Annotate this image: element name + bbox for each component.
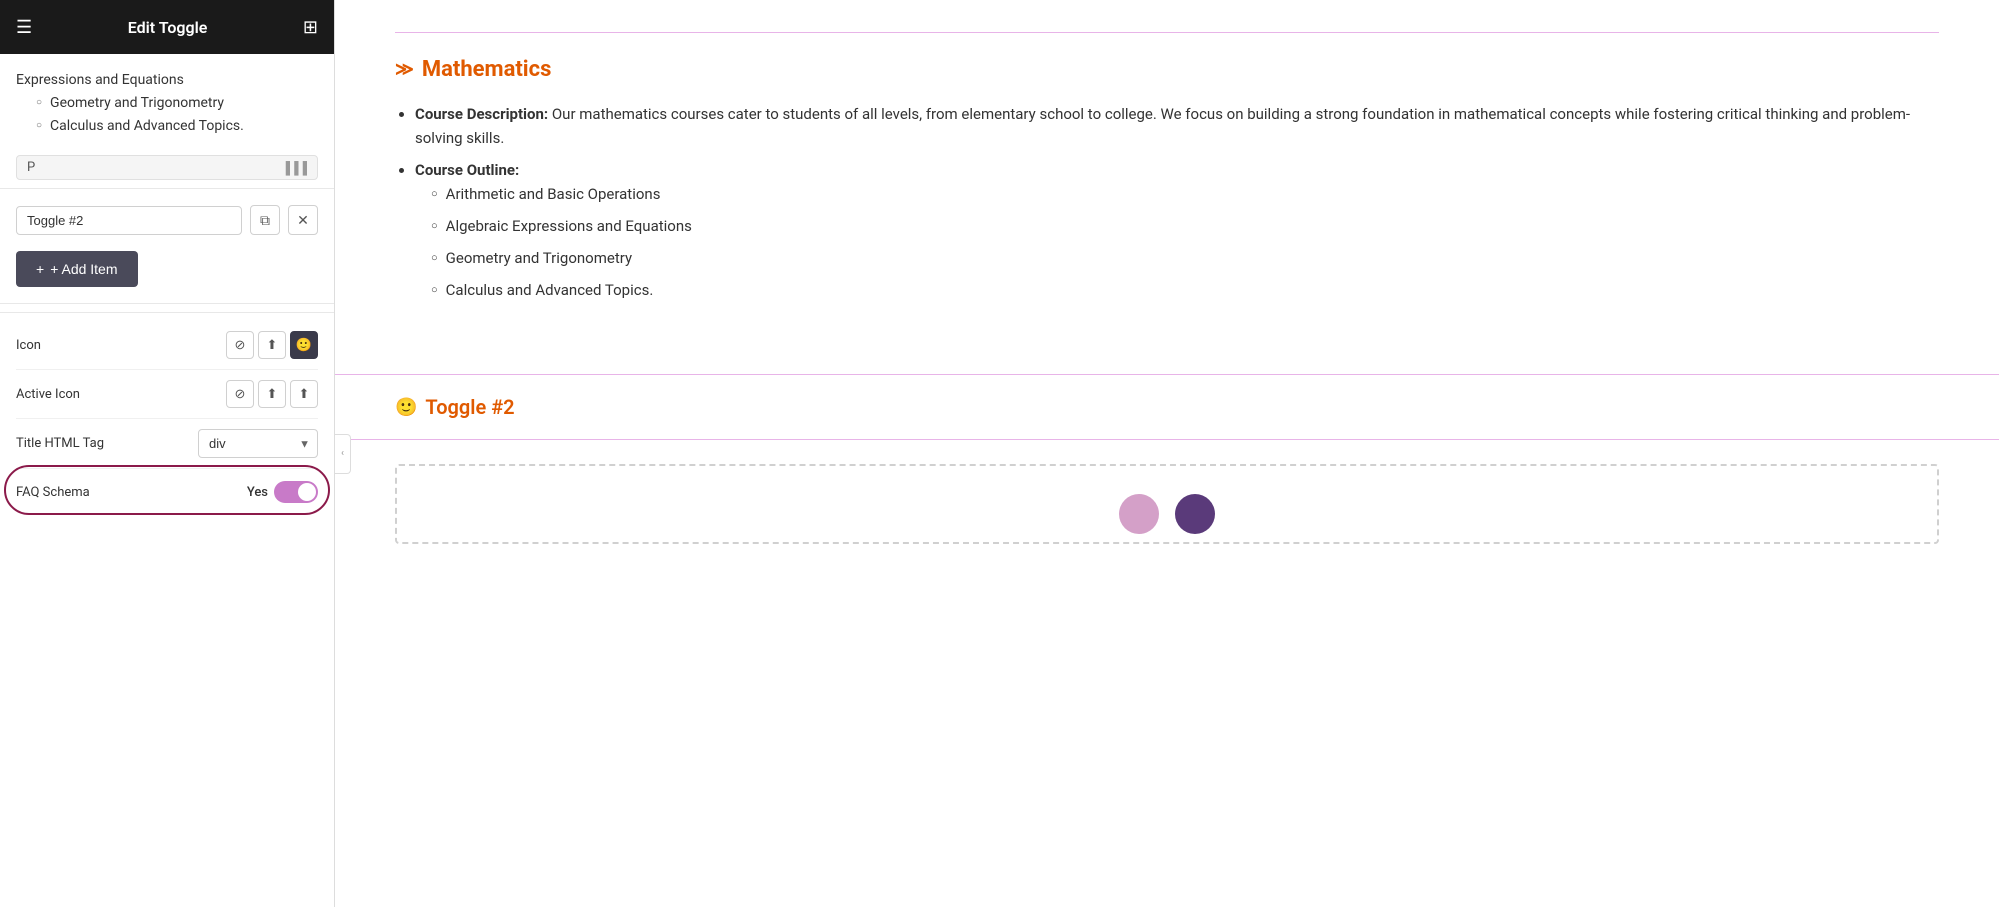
list-item-calculus: ○ Calculus and Advanced Topics.: [16, 116, 318, 137]
faq-schema-toggle-wrapper: Yes: [247, 481, 318, 503]
active-icon-clear-button[interactable]: ⊘: [226, 380, 254, 408]
bullet-icon: ○: [36, 118, 42, 133]
title-html-tag-select-wrapper: div h1 h2 h3 h4 p span ▼: [198, 429, 318, 458]
dashed-placeholder-box: [395, 464, 1939, 544]
title-html-tag-label: Title HTML Tag: [16, 436, 104, 451]
course-description-item: Course Description: Our mathematics cour…: [415, 102, 1939, 150]
sidebar-header: ☰ Edit Toggle ⊞: [0, 0, 334, 54]
outline-item-3: Geometry and Trigonometry: [431, 246, 1939, 270]
delete-toggle-button[interactable]: ✕: [288, 205, 318, 235]
grid-icon[interactable]: ⊞: [303, 17, 318, 38]
list-item-geometry: ○ Geometry and Trigonometry: [16, 93, 318, 114]
hamburger-icon[interactable]: ☰: [16, 17, 32, 38]
sidebar-scroll: Expressions and Equations ○ Geometry and…: [0, 54, 334, 907]
faq-schema-yes-label: Yes: [247, 485, 268, 500]
title-html-tag-row: Title HTML Tag div h1 h2 h3 h4 p span ▼: [16, 419, 318, 469]
course-outline-bold: Course Outline:: [415, 161, 519, 179]
collapse-handle[interactable]: ‹: [335, 434, 351, 474]
bullet-icon: ○: [36, 95, 42, 110]
faq-schema-label: FAQ Schema: [16, 485, 90, 500]
icon-clear-button[interactable]: ⊘: [226, 331, 254, 359]
course-description-text: Our mathematics courses cater to student…: [415, 105, 1910, 147]
toggle2-header: 🙂 Toggle #2: [335, 375, 1999, 440]
toggle2-title: Toggle #2: [425, 395, 514, 419]
icon-label: Icon: [16, 338, 41, 353]
divider: [0, 188, 334, 189]
active-icon-label: Active Icon: [16, 387, 80, 402]
outline-item-4: Calculus and Advanced Topics.: [431, 278, 1939, 302]
toggle-slider: [274, 481, 318, 503]
faq-schema-row: FAQ Schema Yes: [16, 469, 318, 511]
pink-action-button[interactable]: [1119, 494, 1159, 534]
mathematics-body: Course Description: Our mathematics cour…: [395, 102, 1939, 302]
mathematics-title: ≫ Mathematics: [395, 57, 1939, 82]
active-icon-control-row: Active Icon ⊘ ⬆ ⬆: [16, 370, 318, 419]
sidebar-controls: Icon ⊘ ⬆ 🙂 Active Icon ⊘ ⬆ ⬆ Title HTML …: [0, 312, 334, 527]
outline-item-1: Arithmetic and Basic Operations: [431, 182, 1939, 206]
outline-item-2: Algebraic Expressions and Equations: [431, 214, 1939, 238]
active-icon-special-button[interactable]: ⬆: [290, 380, 318, 408]
icon-buttons: ⊘ ⬆ 🙂: [226, 331, 318, 359]
mathematics-section: ≫ Mathematics Course Description: Our ma…: [335, 0, 1999, 350]
course-outline-item: Course Outline: Arithmetic and Basic Ope…: [415, 158, 1939, 302]
faq-schema-toggle[interactable]: [274, 481, 318, 503]
icon-emoji-button[interactable]: 🙂: [290, 331, 318, 359]
toggle2-name-input[interactable]: [16, 206, 242, 235]
sidebar-title: Edit Toggle: [128, 18, 208, 37]
divider2: [0, 303, 334, 304]
course-description-bold: Course Description:: [415, 105, 548, 123]
icon-control-row: Icon ⊘ ⬆ 🙂: [16, 321, 318, 370]
outline-sub-list: Arithmetic and Basic Operations Algebrai…: [431, 182, 1939, 302]
plus-icon: +: [36, 261, 44, 277]
p-indicator: P ▐▐▐: [16, 155, 318, 180]
main-content: ‹ ≫ Mathematics Course Description: Our …: [335, 0, 1999, 907]
list-item-expressions: Expressions and Equations: [16, 70, 318, 91]
toggle2-row: ⧉ ✕: [0, 197, 334, 243]
add-item-button[interactable]: + + Add Item: [16, 251, 138, 287]
icon-upload-button[interactable]: ⬆: [258, 331, 286, 359]
expand-icon: ≫: [395, 59, 414, 80]
copy-toggle-button[interactable]: ⧉: [250, 205, 280, 235]
bar-chart-icon: ▐▐▐: [281, 161, 307, 175]
sidebar-list-area: Expressions and Equations ○ Geometry and…: [0, 54, 334, 147]
toggle2-smiley-icon: 🙂: [395, 397, 417, 418]
sidebar: ☰ Edit Toggle ⊞ Expressions and Equation…: [0, 0, 335, 907]
section-top-divider: [395, 32, 1939, 33]
mathematics-list: Course Description: Our mathematics cour…: [415, 102, 1939, 302]
title-html-tag-select[interactable]: div h1 h2 h3 h4 p span: [198, 429, 318, 458]
active-icon-upload-button[interactable]: ⬆: [258, 380, 286, 408]
active-icon-buttons: ⊘ ⬆ ⬆: [226, 380, 318, 408]
dark-action-button[interactable]: [1175, 494, 1215, 534]
